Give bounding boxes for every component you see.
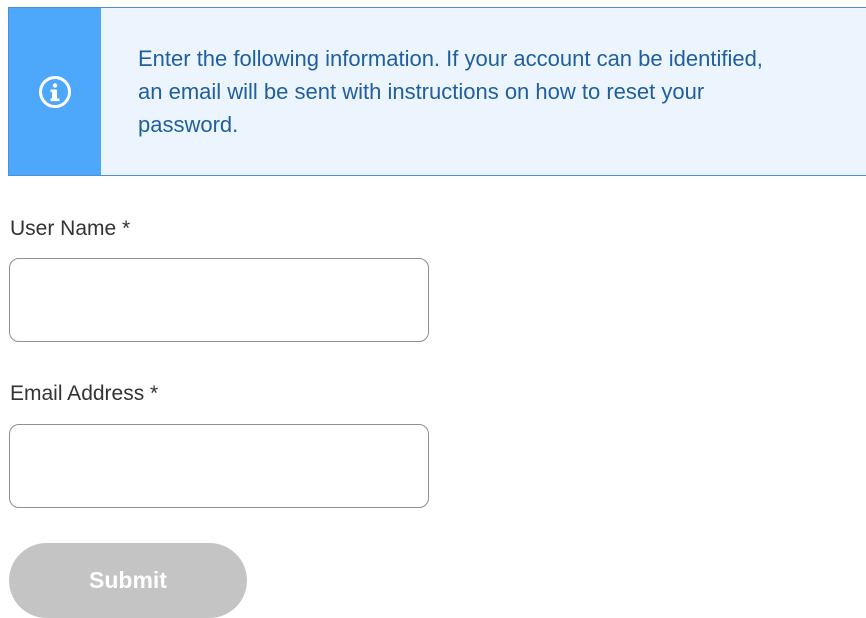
email-label: Email Address * [10, 382, 159, 405]
info-stripe [9, 8, 101, 175]
username-label: User Name * [10, 217, 131, 240]
info-message: Enter the following information. If your… [138, 46, 763, 137]
username-input[interactable] [9, 258, 429, 342]
submit-button[interactable]: Submit [9, 543, 247, 618]
info-circle-icon [39, 75, 71, 108]
email-input[interactable] [9, 424, 429, 508]
info-banner: Enter the following information. If your… [8, 7, 866, 176]
